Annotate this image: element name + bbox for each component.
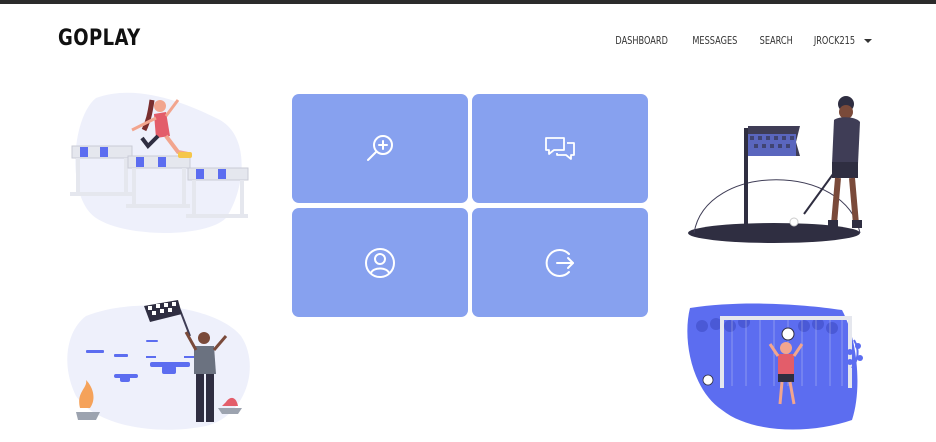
golfer-illustration [688, 96, 862, 243]
hurdles-runner-illustration [70, 92, 249, 233]
profile-tile[interactable] [292, 208, 468, 317]
nav-dashboard-link[interactable]: DASHBOARD [615, 35, 668, 47]
user-name: JROCK215 [813, 35, 856, 47]
brand-logo[interactable]: GOPLAY [58, 26, 141, 51]
search-tile[interactable] [292, 94, 468, 203]
user-menu-toggle[interactable]: JROCK215 [808, 35, 872, 47]
drone-race-illustration [67, 300, 250, 430]
main-nav: DASHBOARD MESSAGES SEARCH JROCK215 [608, 35, 872, 47]
user-circle-icon [365, 247, 395, 278]
soccer-goalkeeper-illustration [687, 303, 863, 430]
nav-messages-link[interactable]: MESSAGES [692, 35, 737, 47]
logout-tile[interactable] [472, 208, 648, 317]
nav-search-link[interactable]: SEARCH [759, 35, 792, 47]
logout-icon [545, 248, 574, 277]
chat-bubbles-icon [545, 136, 575, 160]
search-plus-icon [367, 134, 393, 161]
chevron-down-icon [864, 39, 872, 43]
messages-tile[interactable] [472, 94, 648, 203]
top-border [0, 0, 936, 4]
